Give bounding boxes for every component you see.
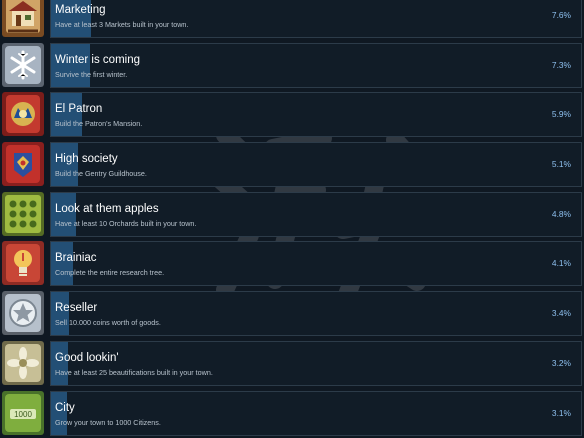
achievement-description: Build the Patron's Mansion. (55, 119, 143, 129)
achievement-title: Marketing (55, 4, 106, 16)
gentry-crest-icon (2, 142, 44, 187)
achievement-row-city[interactable]: 1000 City Grow your town to 1000 Citizen… (0, 389, 584, 438)
achievement-title: Winter is coming (55, 53, 140, 66)
achievement-description: Have at least 25 beautifications built i… (55, 367, 213, 377)
achievement-row-brainiac[interactable]: Brainiac Complete the entire research tr… (0, 239, 584, 289)
achievement-description: Sell 10.000 coins worth of goods. (55, 318, 161, 328)
achievement-description: Grow your town to 1000 Citizens. (55, 417, 161, 427)
achievement-percent: 3.2% (551, 357, 571, 368)
coin-star-icon (2, 291, 44, 336)
achievement-row-winter-is-coming[interactable]: Winter is coming Survive the first winte… (0, 41, 584, 91)
achievement-row-reseller[interactable]: Reseller Sell 10.000 coins worth of good… (0, 289, 584, 339)
achievement-title: High society (55, 153, 118, 166)
achievement-description: Survive the first winter. (55, 69, 128, 79)
achievement-description: Have at least 10 Orchards built in your … (55, 218, 197, 228)
citizens-1000-icon: 1000 (2, 390, 44, 435)
achievement-panel: Brainiac Complete the entire research tr… (50, 241, 582, 287)
achievement-description: Have at least 3 Markets built in your to… (55, 20, 189, 29)
achievement-panel: Winter is coming Survive the first winte… (50, 42, 582, 88)
achievement-list: Marketing Have at least 3 Markets built … (0, 0, 584, 438)
achievement-title: Reseller (55, 302, 98, 315)
achievement-panel: Good lookin' Have at least 25 beautifica… (50, 340, 582, 386)
achievement-title: El Patron (55, 103, 103, 116)
achievement-panel: High society Build the Gentry Guildhouse… (50, 142, 582, 188)
achievement-panel: City Grow your town to 1000 Citizens. 3.… (50, 390, 582, 436)
snowflake-badge-icon (2, 42, 44, 87)
achievement-title: Look at them apples (55, 202, 159, 215)
achievement-percent: 3.4% (551, 308, 571, 319)
achievement-row-look-at-them-apples[interactable]: Look at them apples Have at least 10 Orc… (0, 190, 584, 240)
achievement-title: Brainiac (55, 252, 97, 265)
achievement-percent: 3.1% (551, 407, 571, 418)
achievement-panel: Reseller Sell 10.000 coins worth of good… (50, 291, 582, 337)
market-badge-icon (2, 0, 44, 37)
achievement-panel: El Patron Build the Patron's Mansion. 5.… (50, 92, 582, 138)
achievement-panel: Look at them apples Have at least 10 Orc… (50, 191, 582, 237)
orchard-grid-icon (2, 191, 44, 236)
achievement-percent: 4.1% (551, 258, 571, 269)
achievement-percent: 4.8% (551, 208, 571, 219)
achievement-row-marketing[interactable]: Marketing Have at least 3 Markets built … (0, 0, 584, 41)
achievement-percent: 5.9% (551, 109, 571, 120)
achievement-title: City (55, 401, 75, 414)
achievement-row-good-lookin[interactable]: Good lookin' Have at least 25 beautifica… (0, 339, 584, 389)
achievement-description: Build the Gentry Guildhouse. (55, 169, 147, 179)
achievement-percent: 5.1% (551, 159, 571, 170)
lightbulb-badge-icon (2, 241, 44, 286)
achievement-row-el-patron[interactable]: El Patron Build the Patron's Mansion. 5.… (0, 90, 584, 140)
achievement-panel: Marketing Have at least 3 Markets built … (50, 0, 582, 38)
patron-crest-icon (2, 92, 44, 137)
achievement-description: Complete the entire research tree. (55, 268, 165, 278)
citizens-icon-text: 1000 (14, 410, 32, 419)
achievement-row-high-society[interactable]: High society Build the Gentry Guildhouse… (0, 140, 584, 190)
achievement-percent: 7.6% (551, 10, 571, 20)
achievement-title: Good lookin' (55, 351, 119, 364)
ornament-flower-icon (2, 340, 44, 385)
achievement-percent: 7.3% (551, 59, 571, 70)
